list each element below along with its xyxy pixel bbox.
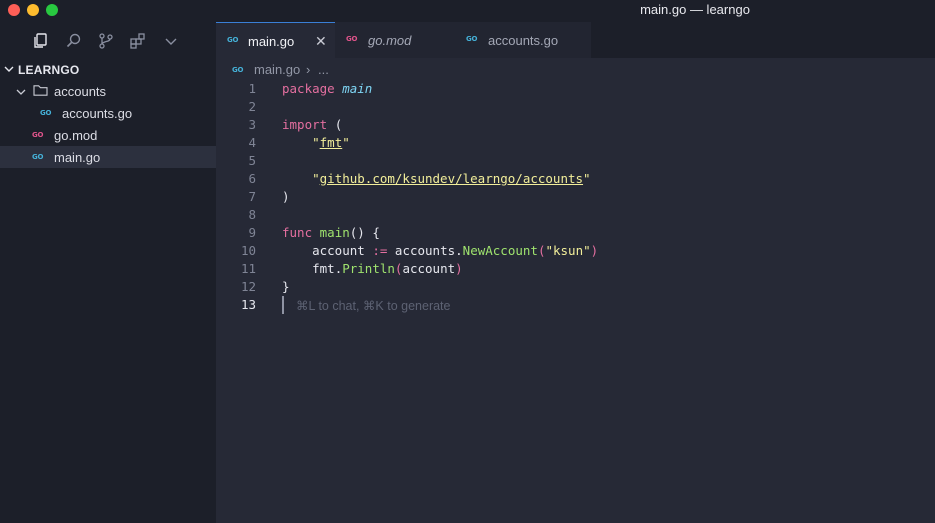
chevron-down-icon[interactable]	[162, 32, 180, 50]
package-name: main	[342, 81, 373, 96]
breadcrumb-more[interactable]: ...	[318, 62, 329, 77]
code-line: 2	[216, 98, 935, 116]
string-quote: "	[312, 135, 320, 150]
tree-item-accounts-folder[interactable]: accounts	[0, 80, 216, 102]
source-control-icon[interactable]	[97, 32, 115, 50]
breadcrumb: GO main.go › ...	[216, 58, 935, 80]
line-number: 10	[240, 243, 256, 258]
string-quote: "	[342, 135, 350, 150]
function-call: Println	[342, 261, 395, 276]
files-icon[interactable]	[32, 32, 50, 50]
code-line: 12 }	[216, 278, 935, 296]
package-ref: fmt	[312, 261, 335, 276]
paren: )	[282, 189, 290, 204]
code-line-current: 13 ⌘L to chat, ⌘K to generate	[216, 296, 935, 314]
go-mod-icon: GO	[346, 35, 358, 43]
code-editor[interactable]: 1 package main 2 3 import ( 4 "fmt" 5 6 …	[216, 80, 935, 523]
keyword: package	[282, 81, 335, 96]
function-call: NewAccount	[462, 243, 538, 258]
tree-item-label: main.go	[54, 150, 101, 165]
sidebar: LEARNGO accounts GO accounts.go GO go.mo…	[0, 22, 216, 523]
tab-accounts-go[interactable]: GO accounts.go	[455, 22, 591, 58]
string-quote: "	[583, 171, 591, 186]
tree-item-label: go.mod	[54, 128, 98, 143]
tab-go-mod[interactable]: GO go.mod	[335, 22, 455, 58]
line-number: 2	[248, 99, 256, 114]
tab-label: main.go	[248, 34, 295, 49]
code-line: 1 package main	[216, 80, 935, 98]
activity-bar	[0, 22, 216, 58]
title-bar: main.go — learngo	[0, 0, 935, 22]
window-title: main.go — learngo	[640, 2, 750, 17]
line-number: 9	[248, 225, 256, 240]
minimize-window-button[interactable]	[27, 4, 39, 16]
explorer-root-header[interactable]: LEARNGO	[0, 58, 216, 80]
maximize-window-button[interactable]	[46, 4, 58, 16]
line-number: 4	[248, 135, 256, 150]
variable: account	[312, 243, 365, 258]
code-line: 9 func main() {	[216, 224, 935, 242]
close-window-button[interactable]	[8, 4, 20, 16]
go-file-icon: GO	[466, 35, 478, 43]
line-number: 7	[248, 189, 256, 204]
code-line: 4 "fmt"	[216, 134, 935, 152]
line-number: 6	[248, 171, 256, 186]
breadcrumb-separator: ›	[306, 62, 311, 77]
go-mod-icon: GO	[32, 131, 44, 139]
search-icon[interactable]	[65, 32, 83, 50]
code-line: 10 account := accounts.NewAccount("ksun"…	[216, 242, 935, 260]
tree-item-main-go[interactable]: GO main.go	[0, 146, 216, 168]
package-ref: accounts	[394, 243, 456, 258]
line-number: 11	[240, 261, 256, 276]
line-number: 12	[240, 279, 256, 294]
import-path[interactable]: github.com/ksundev/learngo/accounts	[320, 171, 583, 186]
tab-bar: GO main.go ✕ GO go.mod GO accounts.go	[216, 22, 935, 58]
extensions-icon[interactable]	[129, 32, 147, 50]
tree-item-go-mod[interactable]: GO go.mod	[0, 124, 216, 146]
text-cursor	[282, 296, 284, 314]
code-line: 11 fmt.Println(account)	[216, 260, 935, 278]
code-line: 3 import (	[216, 116, 935, 134]
paren: )	[590, 243, 599, 258]
tab-label: go.mod	[368, 33, 412, 48]
code-line: 6 "github.com/ksundev/learngo/accounts"	[216, 170, 935, 188]
go-file-icon: GO	[40, 109, 52, 117]
code-line: 8	[216, 206, 935, 224]
go-file-icon: GO	[227, 36, 239, 44]
keyword: func	[282, 225, 313, 240]
line-number: 5	[248, 153, 256, 168]
line-number: 8	[248, 207, 256, 222]
paren: (	[334, 117, 343, 132]
code-text: () {	[349, 225, 380, 240]
tree-item-accounts-go[interactable]: GO accounts.go	[0, 102, 216, 124]
folder-icon	[33, 84, 48, 100]
breadcrumb-file[interactable]: main.go	[254, 62, 300, 77]
code-line: 5	[216, 152, 935, 170]
string-literal: "ksun"	[545, 243, 591, 258]
tab-main-go[interactable]: GO main.go ✕	[216, 22, 335, 58]
chevron-down-icon	[4, 63, 14, 73]
line-number: 3	[248, 117, 256, 132]
operator: :=	[372, 243, 388, 258]
line-number: 1	[248, 81, 256, 96]
dot: .	[455, 243, 463, 258]
chevron-down-icon	[16, 85, 26, 100]
import-path[interactable]: fmt	[320, 135, 343, 150]
tree-item-label: accounts.go	[62, 106, 133, 121]
keyword: import	[282, 117, 328, 132]
ai-hint: ⌘L to chat, ⌘K to generate	[296, 299, 451, 313]
close-icon[interactable]: ✕	[315, 33, 327, 50]
paren: )	[455, 261, 463, 276]
function-name: main	[319, 225, 350, 240]
variable: account	[402, 261, 456, 276]
string-quote: "	[312, 171, 320, 186]
go-file-icon: GO	[32, 153, 44, 161]
code-line: 7 )	[216, 188, 935, 206]
tree-item-label: accounts	[54, 84, 107, 99]
explorer-root-label: LEARNGO	[18, 63, 80, 77]
go-file-icon: GO	[232, 66, 244, 74]
tab-label: accounts.go	[488, 33, 559, 48]
brace: }	[282, 279, 290, 294]
line-number: 13	[240, 297, 256, 312]
